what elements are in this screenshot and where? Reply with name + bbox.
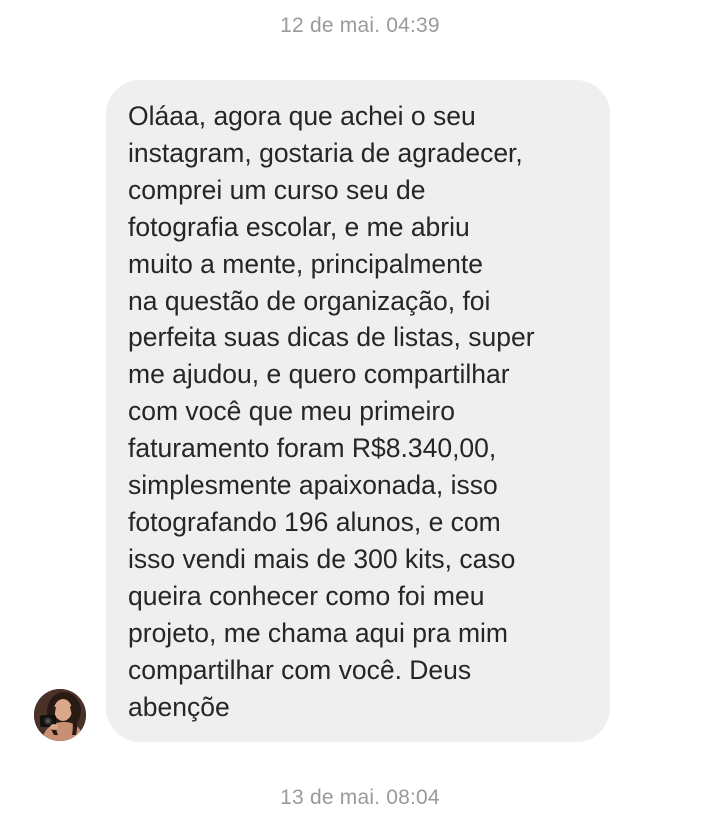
profile-photo-icon bbox=[34, 689, 86, 741]
message-line: fotografia escolar, e me abriu bbox=[128, 211, 470, 242]
message-line: instagram, gostaria de agradecer, bbox=[128, 137, 523, 168]
sender-avatar[interactable] bbox=[34, 689, 86, 741]
message-text: Oláaa, agora que achei o seu instagram, … bbox=[128, 98, 592, 725]
message-line: simplesmente apaixonada, isso bbox=[128, 470, 498, 501]
message-line: faturamento foram R$8.340,00, bbox=[128, 433, 497, 464]
message-line: abençõe bbox=[128, 691, 230, 722]
message-line: fotografando 196 alunos, e com bbox=[128, 506, 501, 537]
message-line: compartilhar com você. Deus bbox=[128, 654, 472, 685]
message-bubble[interactable]: Oláaa, agora que achei o seu instagram, … bbox=[106, 80, 610, 742]
message-line: com você que meu primeiro bbox=[128, 396, 455, 427]
message-line: queira conhecer como foi meu bbox=[128, 580, 485, 611]
message-line: isso vendi mais de 300 kits, caso bbox=[128, 543, 516, 574]
message-line: projeto, me chama aqui pra mim bbox=[128, 617, 508, 648]
timestamp-top: 12 de mai. 04:39 bbox=[280, 14, 440, 37]
message-line: na questão de organização, foi bbox=[128, 285, 491, 316]
message-line: perfeita suas dicas de listas, super bbox=[128, 322, 535, 353]
message-line: Oláaa, agora que achei o seu bbox=[128, 101, 476, 131]
timestamp-bottom: 13 de mai. 08:04 bbox=[280, 786, 440, 809]
message-line: muito a mente, principalmente bbox=[128, 248, 483, 279]
message-line: me ajudou, e quero compartilhar bbox=[128, 359, 510, 390]
message-line: comprei um curso seu de bbox=[128, 174, 426, 205]
